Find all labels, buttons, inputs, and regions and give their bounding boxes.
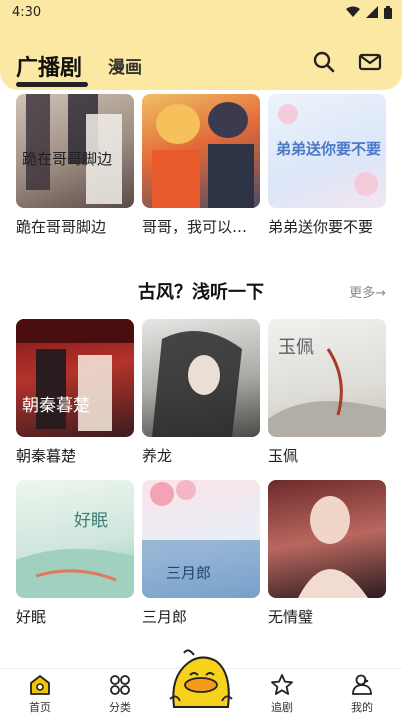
cover-title-text: 弟弟送你要不要: [276, 140, 381, 158]
duck-profile-icon: [352, 674, 372, 695]
tab-radio-drama[interactable]: 广播剧: [16, 50, 82, 82]
duck-icon: [169, 649, 233, 708]
drama-title[interactable]: 三月郎: [142, 606, 187, 627]
drama-title[interactable]: 跪在哥哥脚边: [16, 216, 106, 237]
status-bar: 4:30: [0, 0, 402, 24]
nav-follow-label: 追剧: [271, 701, 293, 714]
cover-art: 弟弟送你要不要: [276, 104, 381, 196]
nav-follow[interactable]: 追剧: [252, 673, 312, 715]
home-icon: [30, 675, 50, 695]
signal-icon: [366, 6, 378, 18]
drama-title[interactable]: 无情璧: [268, 606, 313, 627]
drama-title[interactable]: 好眠: [16, 606, 46, 627]
grid-icon: [110, 675, 130, 695]
tab-comics[interactable]: 漫画: [108, 53, 142, 78]
cover-kneel-brother[interactable]: 跪在哥哥脚边: [16, 94, 134, 208]
search-icon[interactable]: [312, 50, 336, 74]
nav-home[interactable]: 首页: [10, 673, 70, 715]
cover-art: 好眠: [16, 511, 134, 598]
nav-category[interactable]: 分类: [90, 673, 150, 715]
nav-home-label: 首页: [29, 701, 51, 714]
mail-icon[interactable]: [358, 50, 382, 74]
wifi-icon: [346, 6, 360, 17]
cover-title-text: 朝秦暮楚: [22, 396, 90, 416]
cover-art: 玉佩: [268, 337, 386, 437]
cover-yanglong[interactable]: [142, 319, 260, 437]
cover-title-text: 玉佩: [278, 337, 314, 358]
battery-icon: [384, 5, 392, 19]
nav-mine-label: 我的: [351, 701, 373, 714]
cover-sanyuelang[interactable]: 三月郎: [142, 480, 260, 598]
cover-title-text: 好眠: [74, 511, 108, 531]
drama-title[interactable]: 哥哥，我可以…: [142, 216, 247, 237]
duck-mascot-button[interactable]: [166, 647, 236, 715]
cover-art: 朝秦暮楚: [16, 319, 134, 431]
drama-title[interactable]: 朝秦暮楚: [16, 445, 76, 466]
active-tab-indicator: [16, 82, 88, 87]
cover-art: 跪在哥哥脚边: [22, 94, 122, 204]
drama-title[interactable]: 养龙: [142, 445, 172, 466]
drama-title[interactable]: 弟弟送你要不要: [268, 216, 373, 237]
cover-art: [152, 102, 254, 208]
cover-wuqingbi[interactable]: [268, 480, 386, 598]
section-title: 古风？浅听一下: [0, 278, 402, 304]
nav-category-label: 分类: [109, 701, 131, 714]
more-link[interactable]: 更多→: [349, 282, 386, 301]
cover-title-text: 跪在哥哥脚边: [22, 150, 112, 168]
top-header: 广播剧 漫画: [0, 24, 402, 90]
status-time: 4:30: [12, 4, 42, 20]
cover-art: [152, 331, 242, 437]
cover-art: 三月郎: [142, 480, 260, 598]
nav-mine[interactable]: 我的: [332, 673, 392, 715]
drama-title[interactable]: 玉佩: [268, 445, 298, 466]
content-area: 跪在哥哥脚边 弟弟送你要不要 跪在哥哥脚边 哥哥，我可以… 弟弟送你要不要 古风…: [0, 90, 402, 668]
star-icon: [271, 674, 293, 695]
cover-art: [298, 496, 368, 598]
cover-brother-can-i[interactable]: [142, 94, 260, 208]
cover-zhaoqin-muchu[interactable]: 朝秦暮楚: [16, 319, 134, 437]
cover-title-text: 三月郎: [166, 564, 211, 582]
cover-haomian[interactable]: 好眠: [16, 480, 134, 598]
cover-brother-gift[interactable]: 弟弟送你要不要: [268, 94, 386, 208]
bottom-nav: 首页 分类 追剧 我的: [0, 649, 402, 716]
cover-yupei[interactable]: 玉佩: [268, 319, 386, 437]
